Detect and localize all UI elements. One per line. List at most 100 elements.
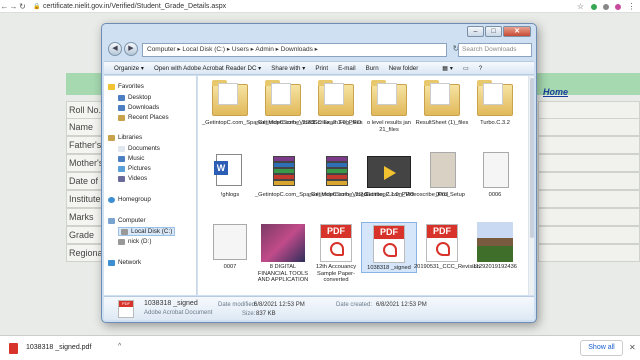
share-with-button[interactable]: Share with ▾: [271, 65, 305, 72]
folder-icon: [265, 80, 301, 116]
menu-icon[interactable]: ⋮: [627, 2, 636, 11]
file-item[interactable]: ResultSheet (1)_files: [414, 78, 470, 127]
nav-recent-places[interactable]: Recent Places: [118, 114, 169, 121]
chevron-up-icon[interactable]: ^: [118, 343, 121, 350]
desktop-icon: [118, 94, 125, 101]
file-item[interactable]: 8 DIGITAL FINANCIAL TOOLS AND APPLICATIO…: [255, 222, 311, 284]
value-cell: [538, 154, 640, 172]
nav-downloads[interactable]: Downloads: [118, 104, 159, 111]
view-options-icon[interactable]: ▦ ▾: [442, 65, 453, 72]
forward-button[interactable]: ▶: [124, 42, 138, 56]
nav-documents[interactable]: Documents: [118, 145, 160, 152]
file-item[interactable]: _GetintopC.com_Videoscribe_Pro_Setup: [361, 150, 465, 199]
navigation-pane: Favorites Desktop Downloads Recent Place…: [104, 76, 197, 295]
nav-libraries[interactable]: Libraries: [108, 134, 142, 141]
folder-icon: [424, 80, 460, 116]
videos-icon: [118, 175, 125, 182]
file-item[interactable]: PDF 12th Accouancy Sample Paper-converted: [308, 222, 364, 284]
explorer-address-bar[interactable]: Computer ▸ Local Disk (C:) ▸ Users ▸ Adm…: [142, 43, 447, 57]
help-icon[interactable]: ?: [479, 65, 482, 72]
nav-videos[interactable]: Videos: [118, 175, 147, 182]
detail-modified-label: Date modified:: [218, 302, 257, 308]
lock-icon: 🔒: [33, 3, 41, 10]
file-item[interactable]: _GetintopC.com_Sparkol_VideoScribe_3.2.1: [255, 150, 368, 199]
file-item[interactable]: 0006: [467, 150, 523, 199]
computer-icon: [108, 217, 115, 224]
nav-desktop[interactable]: Desktop: [118, 94, 151, 101]
folder-icon: [371, 80, 407, 116]
star-icon[interactable]: ☆: [576, 2, 585, 11]
nav-favorites[interactable]: Favorites: [108, 83, 144, 90]
email-button[interactable]: E-mail: [338, 65, 356, 72]
pdf-icon: PDF: [373, 225, 405, 263]
nav-pictures[interactable]: Pictures: [118, 165, 151, 172]
word-doc-icon: [214, 154, 242, 186]
organize-button[interactable]: Organize ▾: [114, 65, 144, 72]
forward-icon[interactable]: →: [9, 2, 18, 11]
search-input[interactable]: Search Downloads: [458, 43, 532, 57]
scrollbar[interactable]: [528, 76, 534, 295]
value-cell: [538, 172, 640, 190]
download-shelf: 1038318 _signed.pdf ^ Show all ✕: [0, 335, 640, 360]
library-icon: [108, 134, 115, 141]
reload-icon[interactable]: ↻: [18, 2, 27, 11]
pdf-icon: PDF: [320, 224, 352, 262]
folder-icon: [477, 80, 513, 116]
extension-icon[interactable]: [591, 3, 597, 10]
file-item[interactable]: Turbo.C.3.2: [467, 78, 523, 127]
print-button[interactable]: Print: [315, 65, 328, 72]
browser-toolbar: ← → ↻ 🔒 certificate.nielit.gov.in/Verifi…: [0, 0, 640, 13]
command-bar: Organize ▾ Open with Adobe Acrobat Reade…: [104, 61, 534, 75]
home-link[interactable]: Home: [543, 87, 568, 97]
close-icon[interactable]: ✕: [629, 343, 636, 352]
file-item[interactable]: !ghlogs: [202, 150, 258, 199]
nav-network[interactable]: Network: [108, 259, 141, 266]
file-item[interactable]: _GetintopC.com_VideoScribe_2.1.0_PRO: [255, 78, 361, 127]
music-icon: [118, 155, 125, 162]
show-all-button[interactable]: Show all: [580, 340, 623, 356]
nav-computer[interactable]: Computer: [108, 217, 146, 224]
drive-icon: [118, 238, 125, 245]
open-with-button[interactable]: Open with Adobe Acrobat Reader DC ▾: [154, 65, 261, 72]
documents-icon: [118, 145, 125, 152]
nav-nick-drive[interactable]: nick (D:): [118, 238, 151, 245]
value-cell: [538, 226, 640, 244]
minimize-button[interactable]: –: [467, 26, 484, 37]
window-controls: – □ ✕: [467, 26, 531, 37]
scrollbar-thumb[interactable]: [530, 78, 534, 238]
detail-type: Adobe Acrobat Document: [144, 310, 213, 316]
file-item[interactable]: _GetintopC.com_VideoScribe_2.1.0_PRO: [308, 150, 414, 199]
nav-local-disk[interactable]: Local Disk (C:): [118, 227, 176, 236]
image-thumbnail-icon: [213, 224, 247, 260]
nav-homegroup[interactable]: Homegroup: [108, 196, 151, 203]
file-list: _GetintopC.com_Sparkol_VideoScribe_3.2.1…: [198, 76, 534, 295]
detail-filename: 1038318 _signed: [144, 300, 198, 307]
detail-created-label: Date created:: [336, 302, 373, 308]
preview-pane-icon[interactable]: ▭: [463, 65, 469, 72]
file-item-selected[interactable]: PDF 1038318 _signed: [361, 222, 417, 273]
detail-created: 6/8/2021 12:53 PM: [376, 302, 427, 308]
download-item[interactable]: 1038318 _signed.pdf: [26, 344, 91, 351]
close-button[interactable]: ✕: [503, 26, 531, 37]
recent-icon: [118, 114, 125, 121]
new-folder-button[interactable]: New folder: [389, 65, 419, 72]
file-item[interactable]: 0003: [414, 150, 470, 199]
file-item[interactable]: 11292019192436: [467, 222, 523, 271]
downloads-icon: [118, 104, 125, 111]
value-cell: [538, 101, 640, 119]
file-item[interactable]: CCC Exam Feb_files: [308, 78, 364, 127]
maximize-button[interactable]: □: [485, 26, 502, 37]
puzzle-icon[interactable]: [603, 3, 609, 10]
burn-button[interactable]: Burn: [366, 65, 379, 72]
nav-music[interactable]: Music: [118, 155, 144, 162]
file-item[interactable]: o level results jan 21_files: [361, 78, 417, 133]
avatar[interactable]: [615, 3, 621, 10]
detail-size-label: Size:: [242, 311, 256, 317]
back-icon[interactable]: ←: [0, 2, 9, 11]
value-cell: [538, 208, 640, 226]
file-item[interactable]: _GetintopC.com_Sparkol_VideoScribe_3.2.1: [202, 78, 315, 127]
file-item[interactable]: PDF 20190531_CCC_Revision: [414, 222, 480, 271]
address-bar[interactable]: certificate.nielit.gov.in/Verified/Stude…: [43, 3, 226, 10]
file-item[interactable]: 0007: [202, 222, 258, 271]
back-button[interactable]: ◀: [108, 42, 122, 56]
